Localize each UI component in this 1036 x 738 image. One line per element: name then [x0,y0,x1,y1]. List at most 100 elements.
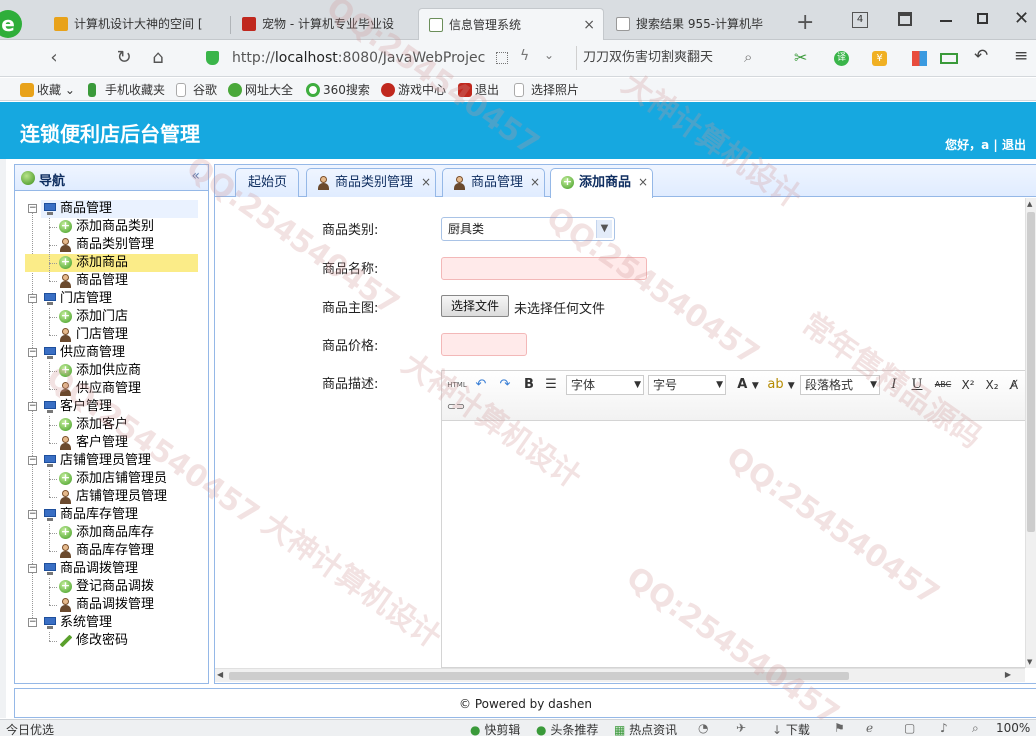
tab-category-management[interactable]: 商品类别管理 × [306,168,436,197]
chevron-down-icon[interactable]: ⌄ [544,48,554,62]
rich-text-editor[interactable]: HTML ↶ ↷ B ☰ 字体 ▼ 字号 ▼ A ▼ ab ▼ 段落格式 ▼ I U … [441,370,1025,668]
html-source-button[interactable]: HTML [446,375,468,395]
status-item-download[interactable]: ↓ 下载 [772,721,810,738]
browser-tab-3-active[interactable]: 信息管理系统 × [418,8,604,40]
maximize-icon[interactable] [977,13,988,24]
window-icon[interactable]: ▢ [904,721,915,735]
bookmark-exit[interactable]: 退出 [458,81,499,99]
bookmark-360-search[interactable]: 360搜索 [306,81,370,99]
subscript-button[interactable]: X₂ [982,375,1002,395]
browser-logo[interactable]: e [0,8,24,38]
underline-button[interactable]: U [908,375,926,395]
close-icon[interactable]: × [530,169,540,196]
nav-group[interactable]: 商品管理 [41,200,198,218]
battery-icon[interactable] [940,53,958,64]
bookmark-mobile[interactable]: 手机收藏夹 [88,81,165,99]
horizontal-scrollbar[interactable]: ◀ ▶ [215,668,1025,682]
zoom-level[interactable]: 100% [996,721,1030,735]
tab-add-product[interactable]: + 添加商品 × [550,168,653,198]
today-picks[interactable]: 今日优选 [6,721,54,738]
undo-icon[interactable]: ↶ [472,375,490,395]
close-icon[interactable]: × [638,169,648,196]
scroll-thumb[interactable] [1027,212,1035,532]
redo-icon[interactable]: ↷ [496,375,514,395]
price-input[interactable] [441,333,527,356]
browser-tab-2[interactable]: 宠物 - 计算机专业毕业设 [232,8,416,40]
tree-toggle-icon[interactable]: − [28,402,37,411]
url-field[interactable]: http://localhost:8080/JavaWebProjec [232,46,592,70]
browser-tab-4[interactable]: 搜索结果 955-计算机毕 [606,8,788,40]
bookmark-game-center[interactable]: 游戏中心 [381,81,446,99]
nav-group[interactable]: 系统管理 [41,614,198,632]
link-icon[interactable]: ⊂⊃ [446,397,466,417]
tree-toggle-icon[interactable]: − [28,510,37,519]
scroll-thumb[interactable] [229,672,849,680]
nav-group[interactable]: 商品库存管理 [41,506,198,524]
home-icon[interactable]: ⌂ [146,46,170,70]
speaker-icon[interactable]: ♪ [940,721,948,735]
speed-icon[interactable]: ◔ [698,721,708,735]
scroll-up-icon[interactable]: ▲ [1027,200,1032,208]
tab-count-badge[interactable]: 4 [852,12,868,28]
user-info-logout[interactable]: 您好，a | 退出 [945,136,1026,153]
status-item-headline[interactable]: ● 头条推荐 [536,721,598,738]
collapse-icon[interactable]: « [191,168,200,184]
italic-button[interactable]: I [886,375,902,395]
close-icon[interactable]: × [583,9,595,40]
scroll-left-icon[interactable]: ◀ [217,670,223,679]
tree-toggle-icon[interactable]: − [28,564,37,573]
vertical-scrollbar[interactable]: ▲ ▼ [1025,198,1036,668]
superscript-button[interactable]: X² [958,375,978,395]
ie-icon[interactable]: ℯ [866,721,873,735]
nav-group[interactable]: 商品调拨管理 [41,560,198,578]
pin-icon[interactable]: ✈ [736,721,746,735]
nav-group[interactable]: 供应商管理 [41,344,198,362]
bookmark-site-nav[interactable]: 网址大全 [228,81,293,99]
highlight-color-button[interactable]: ab ▼ [766,375,796,395]
tree-toggle-icon[interactable]: − [28,204,37,213]
zoom-search-icon[interactable]: ⌕ [972,721,979,736]
coin-icon[interactable]: ¥ [872,51,887,66]
bold-button[interactable]: B [520,375,538,395]
minimize-icon[interactable] [940,20,952,22]
tab-start-page[interactable]: 起始页 [235,168,299,197]
refresh-icon[interactable]: ↻ [112,46,136,70]
bookmark-favorites[interactable]: 收藏 ⌄ [20,81,75,99]
font-size-select[interactable]: 字号 ▼ [648,375,726,395]
tree-toggle-icon[interactable]: − [28,348,37,357]
tree-toggle-icon[interactable]: − [28,294,37,303]
scroll-down-icon[interactable]: ▼ [1027,658,1032,666]
window-close-icon[interactable]: ✕ [1014,8,1029,29]
nav-group[interactable]: 店铺管理员管理 [41,452,198,470]
tree-toggle-icon[interactable]: − [28,456,37,465]
status-item-quick-edit[interactable]: ● 快剪辑 [470,721,520,738]
font-color-button[interactable]: A ▼ [734,375,762,395]
undo-icon[interactable]: ↶ [974,46,988,66]
bookmark-google[interactable]: 谷歌 [176,81,217,99]
apps-icon[interactable] [912,51,927,66]
bookmark-select-photo[interactable]: 选择照片 [514,81,579,99]
nav-group[interactable]: 门店管理 [41,290,198,308]
strikethrough-button[interactable]: ABC [932,375,954,395]
product-name-input[interactable] [441,257,647,280]
paragraph-format-select[interactable]: 段落格式 ▼ [800,375,880,395]
lightning-icon[interactable]: ϟ [520,48,529,64]
translate-icon[interactable]: 译 [834,51,849,66]
tree-toggle-icon[interactable]: − [28,618,37,627]
flag-icon[interactable]: ⚑ [834,721,845,735]
clear-format-icon[interactable]: A̸ [1004,375,1024,395]
close-icon[interactable]: × [421,169,431,196]
menu-icon[interactable]: ≡ [1014,46,1028,66]
new-tab-button[interactable]: + [796,10,814,35]
back-icon[interactable]: ‹ [42,46,66,70]
font-family-select[interactable]: 字体 ▼ [566,375,644,395]
scissors-icon[interactable]: ✂ [794,48,807,67]
skin-icon[interactable] [898,12,912,26]
search-icon[interactable]: ⌕ [744,48,752,66]
qr-icon[interactable] [496,52,508,64]
indent-icon[interactable]: ☰ [542,375,560,395]
tab-product-management[interactable]: 商品管理 × [442,168,545,197]
category-select[interactable]: 厨具类 ▼ [441,217,615,241]
status-item-hot-news[interactable]: ▦ 热点资讯 [614,721,677,738]
choose-file-button[interactable]: 选择文件 [441,295,509,317]
